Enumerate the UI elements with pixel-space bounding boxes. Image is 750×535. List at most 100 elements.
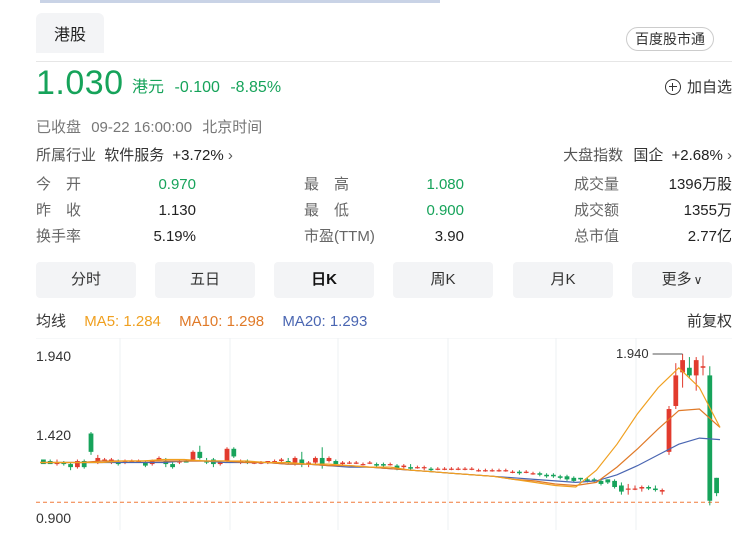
adjust-toggle[interactable]: 前复权 [687,310,732,331]
candle-body [523,471,529,473]
candle-body [489,470,495,472]
tab-more-label: 更多 [661,271,692,288]
candle-body [374,464,379,466]
stat-value: 1396万股 [668,176,732,193]
candle-body [659,490,665,492]
stat-pe: 市盈(TTM) 3.90 [304,224,464,250]
timezone: 北京时间 [202,119,263,136]
stat-volume: 成交量 1396万股 [574,172,732,198]
candle-body [197,451,203,458]
index-label: 大盘指数 [563,147,624,164]
ma5-line [40,366,721,488]
stat-value: 1355万 [683,202,732,219]
candle-body [639,487,645,489]
candle-body [408,467,413,469]
candle-body [714,477,719,494]
baidu-stock-button[interactable]: 百度股市通 [626,27,714,51]
kline-chart[interactable]: 1.940 1.420 0.900 1.940 [36,337,732,530]
candle-body [476,470,481,472]
candle-body [435,468,441,470]
ma5-value: MA5: 1.284 [84,313,161,330]
candle-body [673,375,679,406]
candle-body [292,457,298,463]
y-tick-label: 1.940 [36,348,72,364]
price-row: 1.030 港元 -0.100 -8.85% [36,64,281,106]
candle-body [503,470,509,472]
stat-label: 最 高 [304,176,350,193]
stat-label: 今 开 [36,176,82,193]
chevron-down-icon: ∨ [693,273,703,287]
candle-body [401,465,407,468]
index-name: 国企 [633,147,664,164]
ma10-value: MA10: 1.298 [179,313,265,330]
stat-label: 市盈(TTM) [304,228,375,245]
ma20-line [40,437,721,484]
stat-open: 今 开 0.970 [36,172,196,198]
candle-body [517,471,522,474]
candle-body [347,462,352,464]
chevron-right-icon: › [227,147,233,164]
tab-monthly-k[interactable]: 月K [513,262,613,298]
tab-hk-stocks[interactable]: 港股 [36,13,105,53]
candle-body [551,474,556,477]
candle-body [557,476,563,478]
candle-body [190,451,196,460]
price-change-pct: -8.85% [230,79,282,96]
candle-body [687,367,692,376]
stat-label: 最 低 [304,202,350,219]
candle-body [279,459,284,462]
stat-value: 3.90 [434,228,464,245]
quote-datetime: 09-22 16:00:00 [91,119,193,136]
ma-legend: 均线 MA5: 1.284 MA10: 1.298 MA20: 1.293 前复… [36,310,732,331]
candle-body [41,459,46,465]
candle-body [544,474,549,477]
tab-more[interactable]: 更多 ∨ [632,262,732,298]
ma-label: 均线 [36,313,67,330]
add-watchlist-label: 加自选 [686,79,732,96]
candle-body [326,457,332,462]
candle-body [381,464,386,466]
stat-low: 最 低 0.900 [304,198,464,224]
candle-body [462,468,468,470]
candle-body [170,464,175,468]
candle-body [496,470,502,472]
current-price: 1.030 [36,64,124,102]
stat-amount: 成交额 1355万 [574,198,732,224]
blur-bar [40,0,440,3]
candle-body [469,468,475,470]
candle-body [421,467,427,469]
stat-value: 1.130 [158,202,196,219]
index-change: +2.68% [671,147,723,164]
candle-body [707,375,713,501]
stat-value: 0.970 [158,176,196,193]
stat-high: 最 高 1.080 [304,172,464,198]
stat-label: 成交额 [574,202,620,219]
candle-body [619,485,624,492]
tab-five-day[interactable]: 五日 [155,262,255,298]
candle-body [442,468,447,470]
candle-body [483,470,488,472]
candle-body [632,488,638,490]
index-link[interactable]: 大盘指数 国企 +2.68% › [563,144,732,165]
status-text: 已收盘 [36,119,82,136]
top-scroll-remnant [0,0,750,8]
candle-body [537,473,543,475]
tab-daily-k[interactable]: 日K [274,262,374,298]
stat-mktcap: 总市值 2.77亿 [574,224,732,250]
candle-body [387,464,393,466]
stat-label: 总市值 [574,228,620,245]
candle-body [605,479,611,483]
stat-turnover: 换手率 5.19% [36,224,196,250]
stat-value: 5.19% [153,228,196,245]
tab-intraday[interactable]: 分时 [36,262,136,298]
tab-weekly-k[interactable]: 周K [393,262,493,298]
candle-body [313,457,318,463]
candle-body [88,433,94,452]
candle-body [231,448,237,457]
candle-body [360,464,366,466]
candle-body [340,462,345,465]
stat-value: 2.77亿 [687,228,732,245]
industry-link[interactable]: 所属行业 软件服务 +3.72% › [36,144,233,165]
stat-value: 0.900 [426,202,464,219]
add-watchlist-button[interactable]: 加自选 [664,76,732,97]
